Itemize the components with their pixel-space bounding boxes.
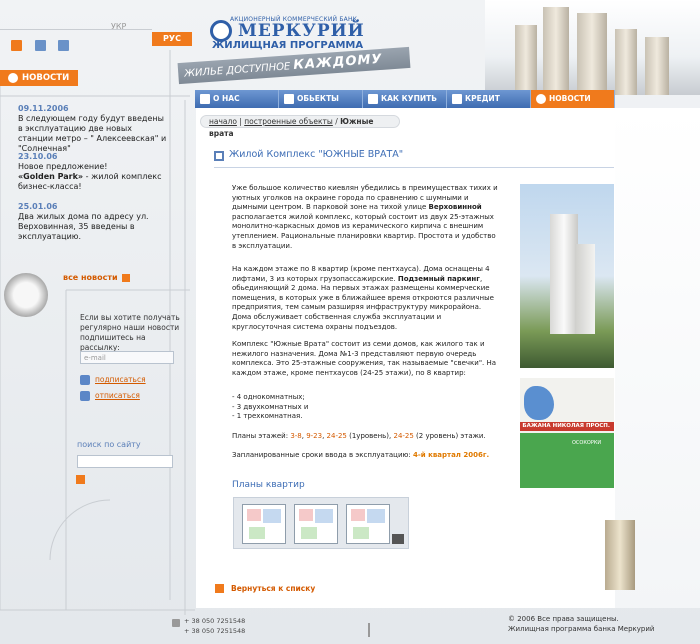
down-arrow-icon: [368, 623, 370, 637]
all-news-link[interactable]: все новости: [63, 273, 130, 282]
phone-1: + 38 050 7251548: [184, 617, 246, 625]
phones: + 38 050 7251548 + 38 050 7251548: [184, 616, 245, 636]
list-item: - 3 двухкомнатных и: [232, 402, 309, 411]
nav-about[interactable]: О НАС: [195, 90, 279, 108]
next-arrow-icon[interactable]: [392, 534, 404, 544]
search-title: поиск по сайту: [77, 440, 141, 449]
deadline-line: Запланированные сроки ввода в эксплуатац…: [232, 451, 490, 459]
main-nav: О НАС ОБЬЕКТЫ КАК КУПИТЬ КРЕДИТ НОВОСТИ: [195, 90, 615, 108]
list-item: - 1 трехкомнатная.: [232, 412, 303, 421]
news-date: 09.11.2006: [18, 104, 69, 113]
nav-objects[interactable]: ОБЬЕКТЫ: [279, 90, 363, 108]
back-to-list-link[interactable]: Вернуться к списку: [231, 584, 315, 593]
subscribe-text: Если вы хотите получать регулярно наши н…: [80, 313, 180, 352]
plan-thumb[interactable]: [346, 504, 390, 544]
logo-name: МЕРКУРИЙ: [238, 21, 365, 41]
plans-title: Планы квартир: [232, 480, 305, 490]
bank-logo[interactable]: АКЦИОНЕРНЫЙ КОММЕРЧЕСКИЙ БАНК МЕРКУРИЙ Ж…: [200, 14, 395, 52]
floor-link-3-8[interactable]: 3-8: [290, 432, 301, 440]
phone-icon: [172, 619, 180, 627]
news-date: 23.10.06: [18, 152, 58, 161]
title-divider: [214, 167, 614, 168]
breadcrumb-objects[interactable]: построенные объекты: [244, 117, 333, 126]
list-item: - 4 однокомнатных;: [232, 393, 305, 401]
building-photo[interactable]: [520, 184, 614, 368]
subscribe-checkbox[interactable]: [80, 375, 90, 385]
location-map[interactable]: БАЖАНА НИКОЛАЯ ПРОСП. ОСОКОРКИ: [520, 378, 614, 488]
back-arrow-icon: [215, 584, 224, 593]
plan-thumb[interactable]: [294, 504, 338, 544]
map-metro-label: ОСОКОРКИ: [572, 440, 602, 446]
plan-thumb[interactable]: [242, 504, 286, 544]
sidebar-news-title: НОВОСТИ: [0, 70, 78, 86]
logo-program: ЖИЛИЩНАЯ ПРОГРАММА: [212, 40, 364, 51]
news-text: В следующем году будут введены в эксплуа…: [18, 114, 167, 153]
pocket-watch-image: [4, 273, 48, 317]
paragraph-2: На каждом этаже по 8 квартир (кроме пент…: [232, 265, 494, 331]
floor-link-24-25-a[interactable]: 24-25: [327, 432, 347, 440]
paragraph-3: Комплекс "Южные Врата" состоит из семи д…: [232, 340, 497, 377]
news-text: Новое предложение! «Golden Park» - жилой …: [18, 162, 162, 191]
news-icon: [536, 94, 546, 104]
nav-how-to-buy[interactable]: КАК КУПИТЬ: [363, 90, 447, 108]
breadcrumb: начало | построенные объекты / Южные вра…: [200, 115, 400, 138]
unsubscribe-link[interactable]: отписаться: [95, 391, 140, 400]
email-input[interactable]: e-mail: [80, 351, 174, 364]
search-button[interactable]: [76, 475, 85, 484]
news-text: Два жилых дома по адресу ул. Верховинная…: [18, 212, 149, 241]
nav-credit[interactable]: КРЕДИТ: [447, 90, 531, 108]
nav-news[interactable]: НОВОСТИ: [531, 90, 615, 108]
floor-link-9-23[interactable]: 9-23: [306, 432, 322, 440]
search-input[interactable]: [77, 455, 173, 468]
credit-icon: [452, 94, 462, 104]
lang-divider: [0, 29, 152, 30]
news-icon: [8, 73, 18, 83]
copyright: © 2006 Все права защищены.: [508, 615, 619, 623]
map-water: [524, 386, 554, 420]
news-date: 25.01.06: [18, 202, 58, 211]
map-street: БАЖАНА НИКОЛАЯ ПРОСП.: [520, 422, 614, 431]
news-item[interactable]: 25.01.06 Два жилых дома по адресу ул. Ве…: [18, 202, 168, 242]
title-icon: [214, 151, 224, 161]
unsubscribe-checkbox[interactable]: [80, 391, 90, 401]
sitemap-icon[interactable]: [58, 40, 69, 51]
mail-icon[interactable]: [35, 40, 46, 51]
info-icon: [200, 94, 210, 104]
lang-rus[interactable]: РУС: [152, 32, 192, 46]
plans-gallery[interactable]: [233, 497, 409, 549]
apartment-list: - 4 однокомнатных; - 3 двухкомнатных и -…: [232, 393, 502, 422]
small-building-image: [605, 520, 635, 590]
footer-program: Жилищная программа банка Меркурий: [508, 625, 655, 633]
floor-link-24-25-b[interactable]: 24-25: [393, 432, 413, 440]
question-icon: [368, 94, 378, 104]
lang-ukr[interactable]: УКР: [111, 22, 126, 31]
logo-emblem-icon: [210, 20, 232, 42]
subscribe-link[interactable]: подписаться: [95, 375, 146, 384]
phone-2: + 38 050 7251548: [184, 627, 246, 635]
news-item[interactable]: 23.10.06 Новое предложение! «Golden Park»…: [18, 152, 168, 192]
footer: © 2006 Все права защищены. Жилищная прог…: [508, 614, 654, 634]
breadcrumb-home[interactable]: начало: [209, 117, 237, 126]
news-item[interactable]: 09.11.2006 В следующем году будут введен…: [18, 104, 168, 154]
paragraph-1: Уже большое количество киевлян убедились…: [232, 184, 498, 250]
buildings-image: [485, 0, 700, 95]
home-icon[interactable]: [11, 40, 22, 51]
floor-plans-line: Планы этажей: 3-8, 9-23, 24-25 (1уровень…: [232, 432, 486, 440]
objects-icon: [284, 94, 294, 104]
page-title: Жилой Комплекс "ЮЖНЫЕ ВРАТА": [229, 149, 404, 160]
